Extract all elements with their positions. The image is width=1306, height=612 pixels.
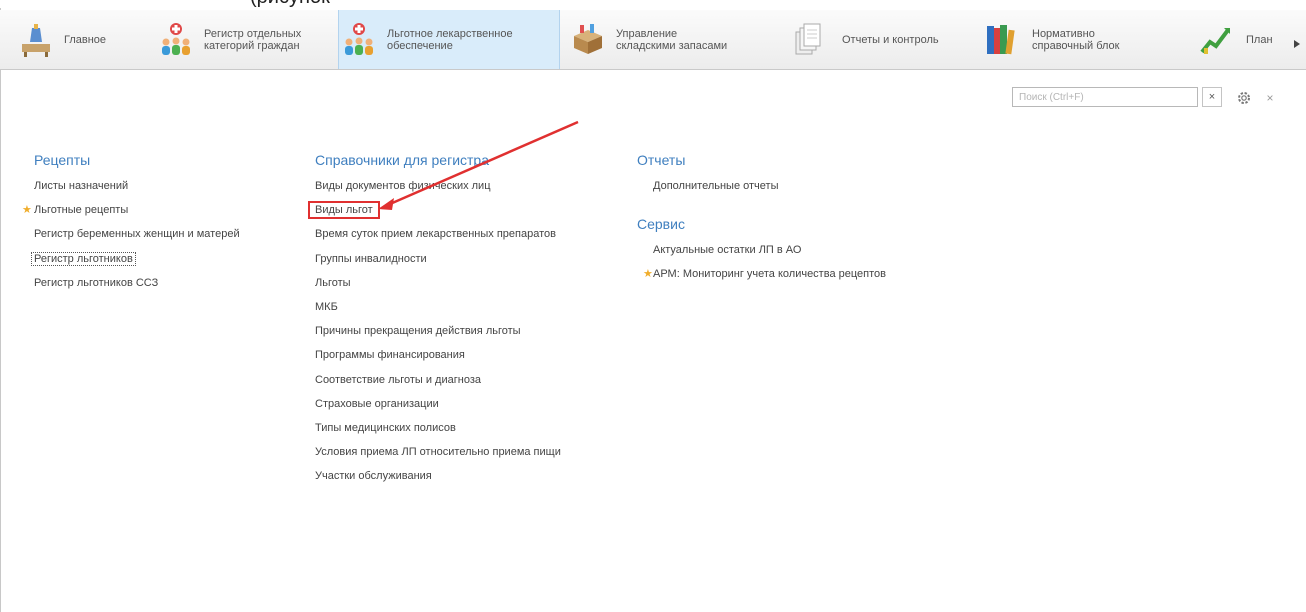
section-preferential-drug-supply[interactable]: Льготное лекарственное обеспечение	[338, 10, 560, 69]
link-time-of-day[interactable]: Время суток прием лекарственных препарат…	[315, 222, 561, 246]
link-label: Типы медицинских полисов	[315, 421, 456, 434]
link-label: Листы назначений	[34, 180, 129, 192]
section-label: Регистр отдельных категорий граждан	[204, 27, 302, 52]
references-list: Виды документов физических лиц Виды льго…	[308, 174, 561, 488]
section-label: Главное	[64, 33, 107, 46]
books-icon	[980, 20, 1020, 60]
link-label: Программы финансирования	[315, 349, 465, 362]
link-label: Страховые организации	[315, 397, 439, 410]
scroll-right-icon[interactable]	[1290, 32, 1304, 56]
link-service-areas[interactable]: Участки обслуживания	[315, 464, 561, 488]
link-label: МКБ	[315, 300, 338, 313]
link-additional-reports[interactable]: Дополнительные отчеты	[637, 174, 886, 198]
link-document-types[interactable]: Виды документов физических лиц	[315, 174, 561, 198]
star-icon: ★	[643, 268, 653, 281]
people-cross-icon	[339, 20, 379, 60]
link-disability-groups[interactable]: Группы инвалидности	[315, 247, 561, 271]
link-mkb[interactable]: МКБ	[315, 295, 561, 319]
desk-icon	[16, 20, 56, 60]
group-title-references: Справочники для регистра	[315, 152, 489, 168]
column-reports: Отчеты Дополнительные отчеты Сервис Акту…	[637, 150, 886, 287]
group-title-service: Сервис	[637, 216, 685, 233]
column-recipes: Рецепты Листы назначений ★ Льготные рецеп…	[22, 150, 240, 295]
link-label: Регистр льготников ССЗ	[34, 276, 159, 289]
link-label: Актуальные остатки ЛП в АО	[653, 244, 802, 257]
people-cross-icon	[156, 20, 196, 60]
boxes-icon	[568, 20, 608, 60]
link-prescription-sheets[interactable]: Листы назначений	[34, 174, 240, 198]
link-label: Виды документов физических лиц	[315, 180, 491, 192]
section-normative-reference[interactable]: Нормативно справочный блок	[980, 10, 1190, 69]
link-label: Регистр льготников	[31, 251, 136, 266]
link-benefit-types[interactable]: Виды льгот	[308, 198, 561, 222]
section-citizens-register[interactable]: Регистр отдельных категорий граждан	[156, 10, 336, 69]
link-label: Участки обслуживания	[315, 470, 432, 483]
link-label: Регистр беременных женщин и матерей	[34, 228, 240, 241]
link-termination-reasons[interactable]: Причины прекращения действия льготы	[315, 319, 561, 343]
section-stock-management[interactable]: Управление складскими запасами	[568, 10, 768, 69]
group-title-reports: Отчеты	[637, 152, 686, 168]
link-label: Причины прекращения действия льготы	[315, 325, 521, 338]
section-label: Управление складскими запасами	[616, 27, 728, 52]
link-benefits[interactable]: Льготы	[315, 271, 561, 295]
link-label: Соответствие льготы и диагноза	[315, 373, 481, 386]
link-beneficiaries-register-ssz[interactable]: Регистр льготников ССЗ	[34, 271, 240, 295]
gear-icon[interactable]	[1234, 88, 1254, 108]
link-label: Время суток прием лекарственных препарат…	[315, 228, 556, 241]
link-financing-programs[interactable]: Программы финансирования	[315, 343, 561, 367]
link-arm-monitoring[interactable]: ★ АРМ: Мониторинг учета количества рецепт…	[637, 262, 886, 286]
section-label: Нормативно справочный блок	[1032, 27, 1120, 52]
section-reports-control[interactable]: Отчеты и контроль	[788, 10, 978, 69]
section-label: Отчеты и контроль	[842, 33, 939, 46]
link-label: Условия приема ЛП относительно приема пи…	[315, 446, 561, 459]
group-title-recipes: Рецепты	[34, 152, 91, 168]
star-icon: ★	[22, 204, 32, 217]
column-references: Справочники для регистра Виды документов…	[308, 150, 561, 488]
highlighted-link-label: Виды льгот	[308, 201, 380, 220]
link-label: Льготы	[315, 276, 351, 289]
chart-icon	[1196, 20, 1236, 60]
section-plan[interactable]: План	[1196, 10, 1288, 69]
link-pregnant-register[interactable]: Регистр беременных женщин и матерей	[34, 222, 240, 246]
link-label: Льготные рецепты	[34, 204, 129, 217]
clear-search-button[interactable]: ×	[1202, 87, 1222, 107]
reports-list: Дополнительные отчеты	[637, 174, 886, 198]
service-list: Актуальные остатки ЛП в АО ★ АРМ: Монитор…	[637, 238, 886, 286]
link-intake-conditions[interactable]: Условия приема ЛП относительно приема пи…	[315, 440, 561, 464]
section-label: План	[1246, 33, 1273, 46]
link-label: Дополнительные отчеты	[653, 180, 779, 192]
search-input[interactable]	[1012, 87, 1198, 107]
link-insurance-orgs[interactable]: Страховые организации	[315, 392, 561, 416]
link-preferential-recipes[interactable]: ★ Льготные рецепты	[22, 198, 240, 222]
link-current-balances[interactable]: Актуальные остатки ЛП в АО	[637, 238, 886, 262]
section-label: Льготное лекарственное обеспечение	[387, 27, 513, 52]
link-label: Группы инвалидности	[315, 252, 427, 265]
close-button[interactable]: ×	[1260, 88, 1280, 108]
link-beneficiaries-register[interactable]: Регистр льготников	[31, 247, 240, 271]
link-label: АРМ: Мониторинг учета количества рецепто…	[653, 268, 886, 281]
recipes-list: Листы назначений ★ Льготные рецепты Регис…	[22, 174, 240, 295]
link-benefit-diagnosis[interactable]: Соответствие льготы и диагноза	[315, 368, 561, 392]
documents-icon	[788, 20, 828, 60]
section-main[interactable]: Главное	[16, 10, 156, 69]
link-policy-types[interactable]: Типы медицинских полисов	[315, 416, 561, 440]
section-panel: Главное Регистр отдельных категорий граж…	[0, 10, 1306, 70]
